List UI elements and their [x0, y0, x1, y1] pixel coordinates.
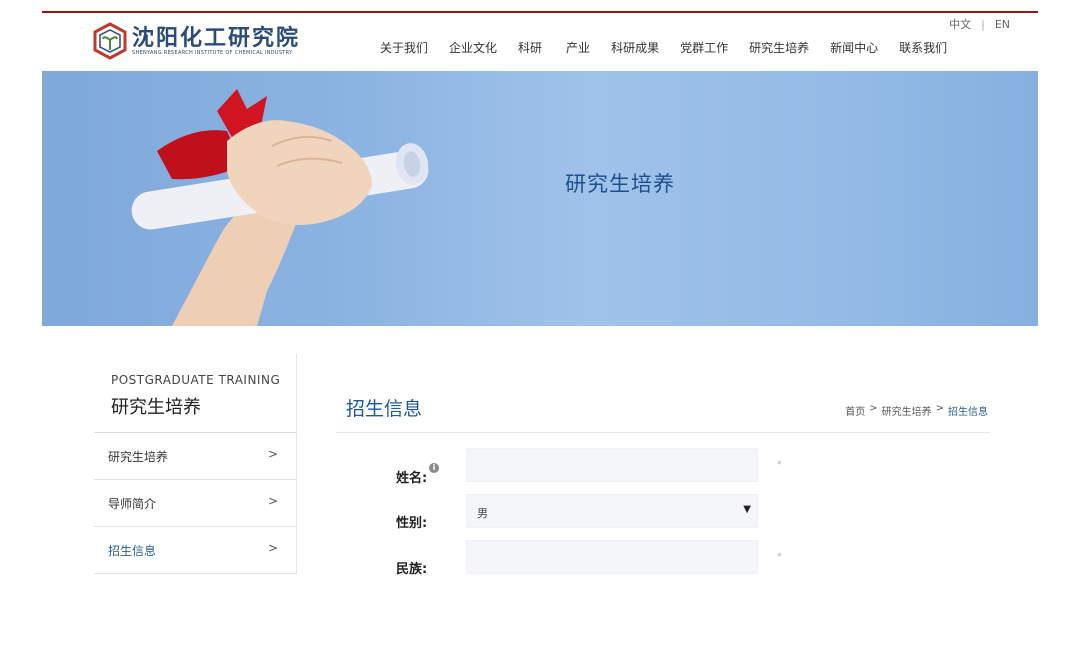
gender-value: 男	[477, 507, 488, 520]
nav-party[interactable]: 党群工作	[680, 39, 728, 56]
main-nav: 关于我们 企业文化 科研 产业 科研成果 党群工作 研究生培养 新闻中心 联系我…	[380, 39, 968, 56]
logo-text: 沈阳化工研究院 SHENYANG RESEARCH INSTITUTE OF C…	[132, 26, 300, 57]
sidebar-item-label: 导师简介	[108, 497, 157, 511]
name-input[interactable]	[466, 448, 758, 482]
sidebar-item-postgraduate[interactable]: 研究生培养 >	[94, 433, 297, 480]
sidebar-item-supervisors[interactable]: 导师简介 >	[94, 480, 297, 527]
breadcrumb-separator: >	[869, 403, 878, 414]
nav-news[interactable]: 新闻中心	[830, 39, 878, 56]
breadcrumb-postgraduate[interactable]: 研究生培养	[882, 403, 932, 418]
gender-select[interactable]: 男 ▼	[466, 494, 758, 528]
sidebar-item-admissions[interactable]: 招生信息 >	[94, 527, 297, 574]
breadcrumb-separator: >	[935, 403, 944, 414]
nav-culture[interactable]: 企业文化	[449, 39, 497, 56]
form-row-gender: 性别: 男 ▼	[396, 494, 846, 531]
sidebar-title-cn: 研究生培养	[111, 397, 201, 418]
ethnicity-label: 民族:	[396, 562, 428, 577]
chevron-right-icon: >	[267, 541, 278, 555]
form-row-ethnicity: 民族: *	[396, 540, 846, 577]
gender-label: 性别:	[396, 516, 428, 531]
breadcrumb-home[interactable]: 首页	[845, 403, 865, 418]
logo-en: SHENYANG RESEARCH INSTITUTE OF CHEMICAL …	[132, 49, 293, 56]
lang-divider: |	[981, 17, 985, 31]
logo-cn: 沈阳化工研究院	[132, 24, 301, 51]
form-row-name: 姓名: i *	[396, 448, 846, 486]
site-header: 沈阳化工研究院 SHENYANG RESEARCH INSTITUTE OF C…	[42, 13, 1038, 71]
lang-en[interactable]: EN	[995, 18, 1010, 31]
nav-research[interactable]: 科研	[518, 39, 542, 56]
sidebar: POSTGRADUATE TRAINING 研究生培养 研究生培养 > 导师简介…	[94, 354, 297, 574]
banner-reflection	[567, 189, 937, 211]
chevron-right-icon: >	[267, 494, 278, 508]
nav-industry[interactable]: 产业	[566, 39, 590, 56]
logo-icon	[93, 22, 127, 60]
name-label: 姓名:	[396, 471, 428, 486]
hero-banner: 研究生培养	[42, 71, 1038, 326]
sidebar-title-en: POSTGRADUATE TRAINING	[111, 373, 281, 387]
chevron-right-icon: >	[267, 447, 278, 461]
title-divider	[336, 432, 990, 433]
info-icon: i	[429, 463, 439, 473]
page-title: 招生信息	[346, 398, 423, 420]
required-mark: *	[777, 460, 782, 470]
lang-cn[interactable]: 中文	[949, 16, 971, 32]
sidebar-item-label: 研究生培养	[108, 450, 169, 464]
nav-achievements[interactable]: 科研成果	[611, 39, 659, 56]
nav-postgraduate[interactable]: 研究生培养	[749, 39, 809, 56]
page: 沈阳化工研究院 SHENYANG RESEARCH INSTITUTE OF C…	[42, 0, 1038, 657]
breadcrumb: 首页 > 研究生培养 > 招生信息	[845, 403, 988, 418]
required-mark: *	[777, 552, 782, 562]
sidebar-item-label: 招生信息	[108, 544, 157, 558]
breadcrumb-current: 招生信息	[948, 407, 988, 418]
ethnicity-input[interactable]	[466, 540, 758, 574]
chevron-down-icon: ▼	[743, 504, 751, 515]
sidebar-header: POSTGRADUATE TRAINING 研究生培养	[94, 354, 297, 433]
site-logo[interactable]: 沈阳化工研究院 SHENYANG RESEARCH INSTITUTE OF C…	[92, 22, 300, 60]
nav-about[interactable]: 关于我们	[380, 39, 428, 56]
language-switcher: 中文 | EN	[949, 16, 1010, 32]
nav-contact[interactable]: 联系我们	[899, 39, 947, 56]
